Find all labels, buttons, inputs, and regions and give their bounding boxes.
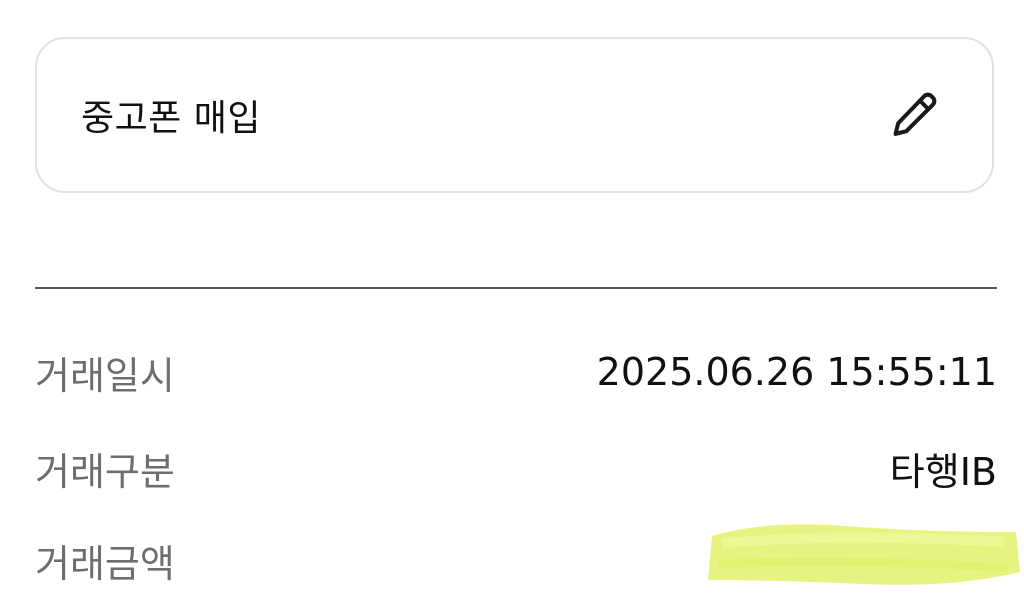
detail-row-datetime: 거래일시 2025.06.26 15:55:11	[35, 340, 997, 404]
section-divider	[35, 287, 997, 289]
datetime-value: 2025.06.26 15:55:11	[596, 350, 997, 394]
memo-card[interactable]: 중고폰 매입	[35, 37, 994, 193]
edit-memo-button[interactable]	[884, 85, 944, 145]
memo-text: 중고폰 매입	[81, 98, 262, 139]
type-label: 거래구분	[35, 449, 175, 494]
pencil-icon	[893, 92, 937, 136]
amount-label: 거래금액	[35, 541, 175, 586]
type-value: 타행IB	[889, 449, 997, 494]
transaction-detail-page: 중고폰 매입 거래일시 2025.06.26 15:55:11 거래구분 타행I…	[0, 0, 1024, 614]
amount-redaction-mark	[708, 524, 1020, 585]
datetime-label: 거래일시	[35, 353, 175, 398]
detail-row-type: 거래구분 타행IB	[35, 436, 997, 500]
